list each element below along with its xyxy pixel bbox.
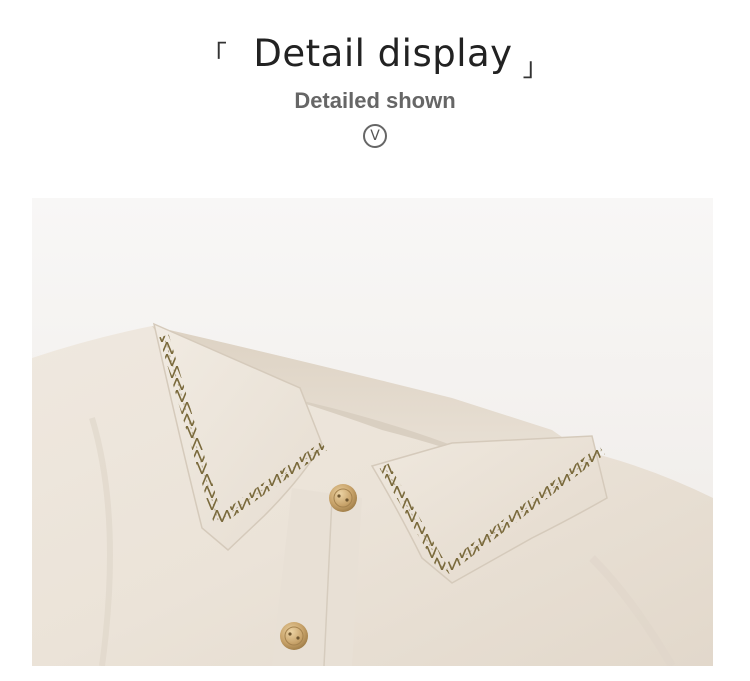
section-title: Detail display [253, 32, 513, 75]
section-subtitle: Detailed shown [294, 88, 456, 113]
chevron-down-icon: V [363, 124, 387, 148]
collar-button [329, 484, 357, 512]
collar-illustration [32, 198, 713, 666]
left-bracket: 「 [200, 41, 228, 71]
section-heading: 「 Detail display 」 [0, 28, 750, 83]
right-bracket: 」 [522, 53, 550, 83]
placket-button [280, 622, 308, 650]
shirt-collar-photo [32, 198, 713, 666]
